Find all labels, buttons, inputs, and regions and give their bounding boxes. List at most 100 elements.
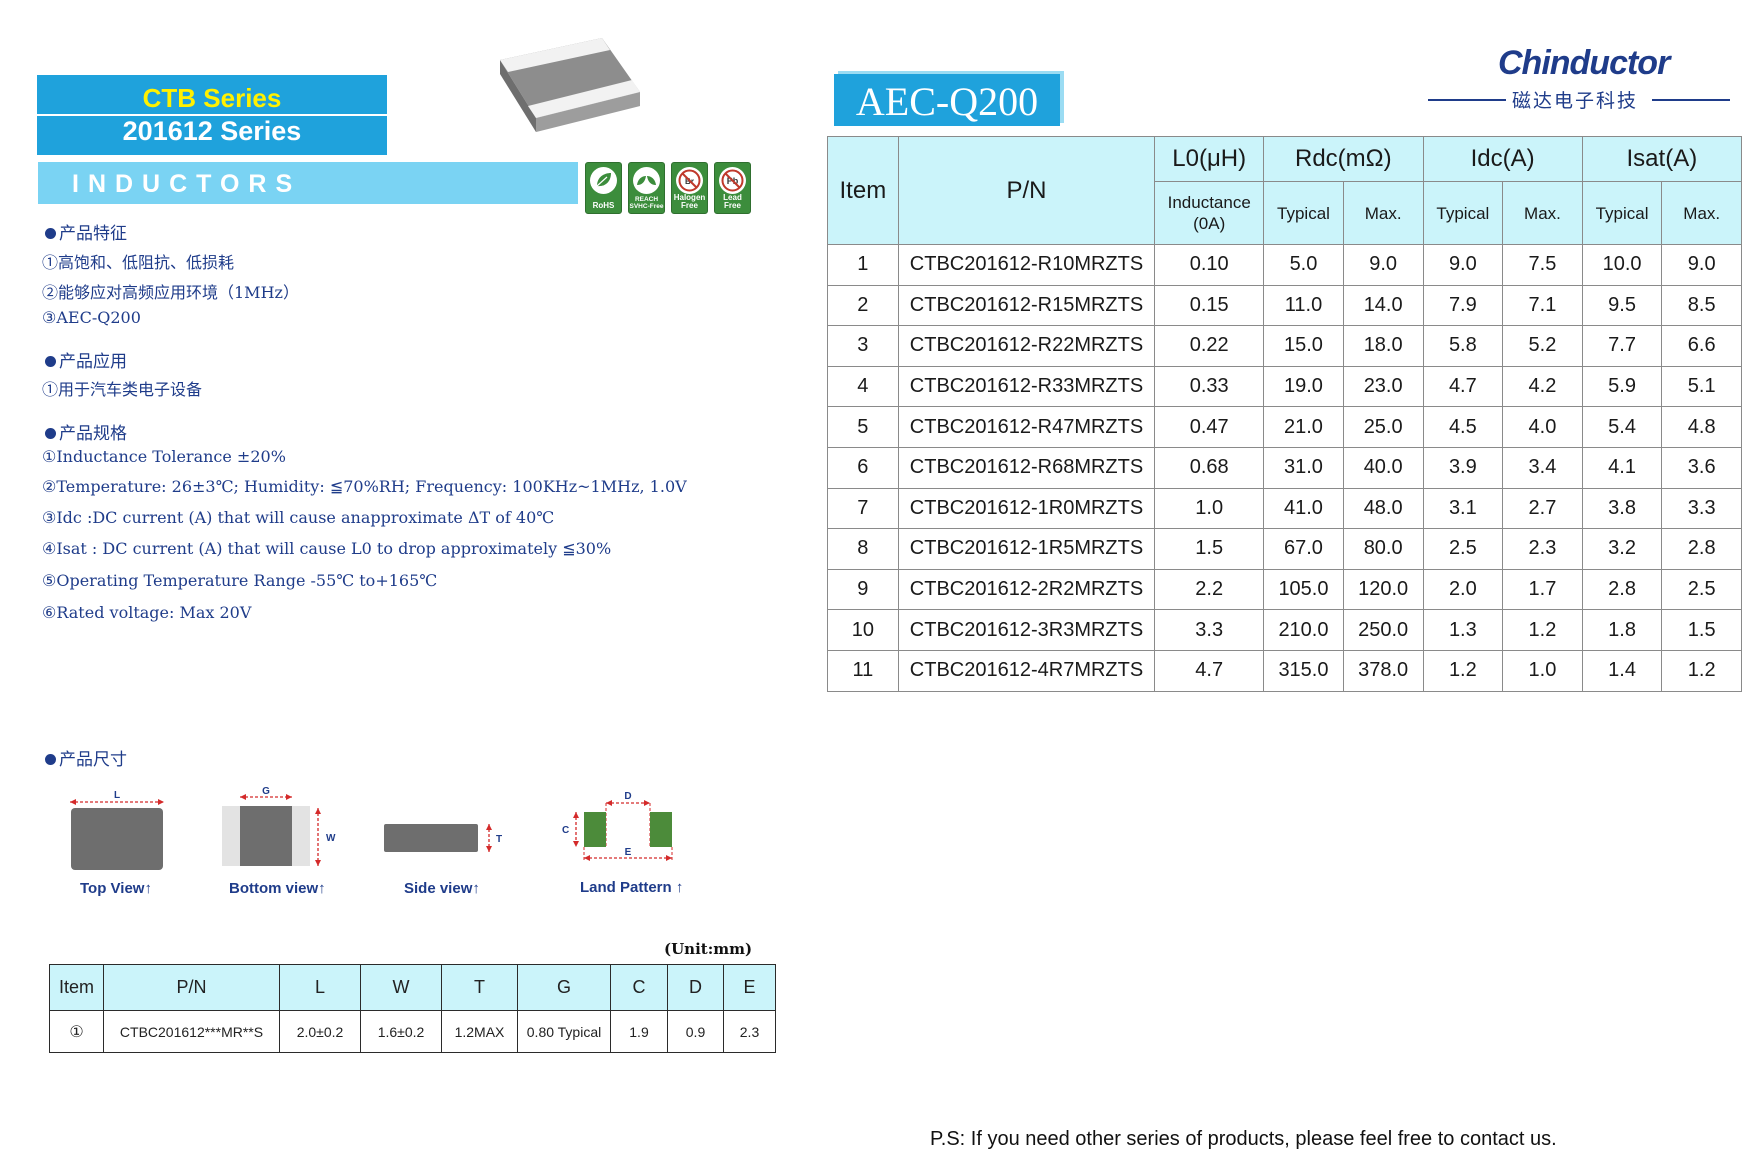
table-cell: 0.33 [1154, 365, 1265, 408]
subheader-isat-typical: Typical [1581, 181, 1663, 245]
table-cell: 0.10 [1154, 244, 1265, 286]
table-cell: 4.5 [1422, 406, 1504, 448]
table-cell: CTBC201612***MR**S [103, 1010, 280, 1053]
table-cell: 3.8 [1581, 487, 1663, 530]
table-cell: 7.7 [1581, 325, 1663, 367]
table-cell: 6.6 [1661, 325, 1742, 367]
features-title: 产品特征 [45, 219, 127, 244]
table-cell: CTBC201612-R33MRZTS [897, 365, 1156, 408]
table-cell: 1.8 [1581, 609, 1663, 651]
table-cell: 3.1 [1422, 487, 1504, 530]
table-cell: 5.8 [1422, 325, 1504, 367]
table-cell: ① [49, 1010, 104, 1053]
table-cell: 3.2 [1581, 528, 1663, 570]
table-cell: 0.47 [1154, 406, 1265, 448]
column-header: Item [49, 964, 104, 1011]
column-header-rdc: Rdc(mΩ) [1263, 136, 1424, 182]
brand-name: Chinductor [1498, 44, 1670, 82]
table-cell: 3.3 [1154, 609, 1265, 651]
column-header-l0: L0(μH) [1154, 136, 1265, 182]
series-banner: CTB Series 201612 Series [37, 75, 387, 155]
table-cell: 1.6±0.2 [360, 1010, 442, 1053]
table-cell: 315.0 [1263, 649, 1344, 692]
category-label: INDUCTORS [72, 170, 302, 198]
dimensions-title: 产品尺寸 [45, 745, 127, 770]
table-cell: 23.0 [1342, 365, 1424, 408]
table-cell: CTBC201612-R68MRZTS [897, 446, 1156, 489]
subheader-idc-max: Max. [1502, 181, 1583, 245]
table-cell: 4.7 [1154, 649, 1265, 692]
table-cell: 1.2MAX [441, 1010, 518, 1053]
spec-table-body: 1 CTBC201612-R10MRZTS 0.10 5.0 9.0 9.0 7.5 10.0… [827, 244, 1742, 692]
lead-free-badge: Pb Lead Free [714, 162, 751, 214]
reach-badge: REACH SVHC-Free [628, 162, 665, 214]
dim-e-label: E [625, 847, 632, 858]
application-item: ①用于汽车类电子设备 [42, 380, 203, 399]
rohs-badge: RoHS [585, 162, 622, 214]
feature-item: ③AEC-Q200 [42, 308, 141, 327]
dim-c-label: C [562, 825, 569, 836]
table-header-row: Item P/N L W T G C D E [49, 964, 776, 1011]
table-cell: 4.1 [1581, 446, 1663, 489]
table-cell: 7.9 [1422, 284, 1504, 327]
spec-item: ③Idc :DC current (A) that will cause ana… [42, 508, 555, 527]
column-header: G [517, 964, 611, 1011]
bottom-view-drawing: G W [222, 786, 336, 866]
badge-label: RoHS [592, 201, 615, 210]
land-pattern-caption: Land Pattern ↑ [580, 879, 684, 896]
table-cell: 15.0 [1263, 325, 1344, 367]
dim-l-label: L [114, 790, 120, 801]
table-cell: 4.2 [1502, 365, 1583, 408]
table-cell: CTBC201612-R15MRZTS [897, 284, 1156, 327]
table-cell: 2.5 [1422, 528, 1504, 570]
column-header: P/N [103, 964, 280, 1011]
table-cell: 19.0 [1263, 365, 1344, 408]
column-header-idc: Idc(A) [1422, 136, 1583, 182]
table-cell: 1.0 [1154, 487, 1265, 530]
feature-item: ②能够应对高频应用环境（1MHz） [42, 283, 299, 302]
badge-label: Halogen Free [673, 193, 706, 210]
table-cell: 3.6 [1661, 446, 1742, 489]
table-cell: 0.15 [1154, 284, 1265, 327]
side-view-caption: Side view↑ [404, 880, 480, 897]
table-row: 6 CTBC201612-R68MRZTS 0.68 31.0 40.0 3.9 3.4 4.… [827, 446, 1742, 489]
bullet-dot [45, 754, 56, 765]
table-cell: CTBC201612-3R3MRZTS [897, 609, 1156, 651]
table-cell: 31.0 [1263, 446, 1344, 489]
table-cell: 80.0 [1342, 528, 1424, 570]
table-cell: 250.0 [1342, 609, 1424, 651]
table-cell: 8 [827, 528, 899, 570]
spec-item: ①Inductance Tolerance ±20% [42, 447, 286, 466]
no-lead-icon: Pb [719, 167, 746, 194]
table-cell: 21.0 [1263, 406, 1344, 448]
column-header-pn: P/N [897, 136, 1156, 245]
badge-label: REACH SVHC-Free [629, 196, 664, 210]
table-cell: 378.0 [1342, 649, 1424, 692]
aec-q200-banner: AEC-Q200 [834, 74, 1060, 126]
table-cell: 1.2 [1502, 609, 1583, 651]
table-cell: 7.5 [1502, 244, 1583, 286]
column-header-item: Item [827, 136, 899, 245]
table-cell: 3 [827, 325, 899, 367]
table-cell: CTBC201612-R10MRZTS [897, 244, 1156, 286]
table-cell: 4.0 [1502, 406, 1583, 448]
bullet-dot [45, 428, 56, 439]
table-cell: 40.0 [1342, 446, 1424, 489]
feature-item: ①高饱和、低阻抗、低损耗 [42, 253, 235, 272]
table-row: 7 CTBC201612-1R0MRZTS 1.0 41.0 48.0 3.1 2.7 3.8… [827, 487, 1742, 530]
table-cell: 9.0 [1661, 244, 1742, 286]
badge-label: Lead Free [723, 193, 742, 210]
table-cell: 9 [827, 568, 899, 611]
table-cell: 2 [827, 284, 899, 327]
column-header-isat: Isat(A) [1581, 136, 1743, 182]
table-cell: CTBC201612-1R0MRZTS [897, 487, 1156, 530]
table-cell: 1.0 [1502, 649, 1583, 692]
subheader-rdc-typical: Typical [1263, 181, 1344, 245]
unit-label: (Unit:mm) [664, 940, 753, 958]
subheader-isat-max: Max. [1661, 181, 1742, 245]
table-cell: CTBC201612-2R2MRZTS [897, 568, 1156, 611]
subheader-rdc-max: Max. [1342, 181, 1424, 245]
table-cell: 0.80 Typical [517, 1010, 611, 1053]
table-cell: 210.0 [1263, 609, 1344, 651]
spec-item: ⑥Rated voltage: Max 20V [42, 603, 252, 622]
